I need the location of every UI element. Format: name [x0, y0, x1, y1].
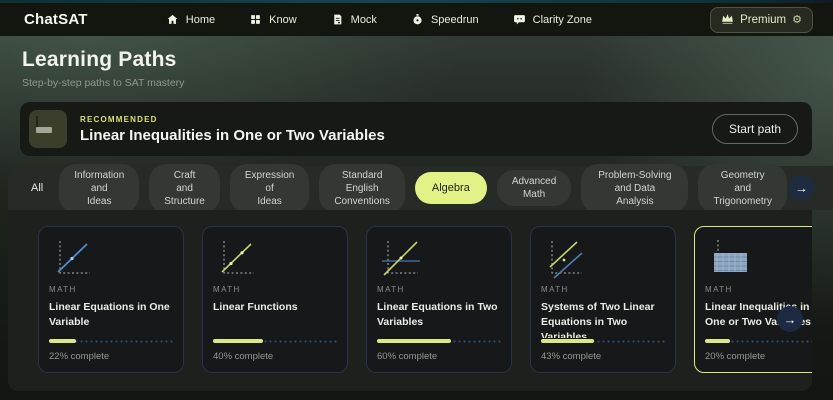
path-card-linear-inequalities-in-one-or-two-variables[interactable]: MATH Linear Inequalities in One or Two V…: [694, 226, 812, 373]
progress-bar: [49, 340, 173, 343]
card-category: MATH: [541, 285, 665, 294]
category-filter-bar: All Information and IdeasCraft and Struct…: [8, 166, 833, 210]
parallel-lines-icon: [541, 235, 665, 285]
page-subtitle: Step-by-step paths to SAT mastery: [22, 77, 833, 89]
filters-next-arrow-button[interactable]: →: [789, 176, 814, 201]
recommended-thumbnail: [29, 110, 67, 148]
nav-item-label: Home: [186, 14, 215, 26]
filter-chip-standard-english-conventions[interactable]: Standard English Conventions: [319, 164, 405, 213]
filter-chip-algebra[interactable]: Algebra: [415, 172, 487, 204]
home-icon: [166, 13, 179, 26]
card-title: Linear Functions: [213, 300, 337, 338]
chat-icon: [513, 13, 526, 26]
card-percent-label: 22% complete: [49, 351, 173, 362]
premium-label: Premium: [740, 14, 786, 26]
learning-path-cards: MATH Linear Equations in One Variable 22…: [8, 210, 812, 391]
line-up-blue-icon: [49, 235, 173, 285]
path-card-linear-equations-in-one-variable[interactable]: MATH Linear Equations in One Variable 22…: [38, 226, 184, 373]
progress-bar: [377, 340, 501, 343]
page-title: Learning Paths: [22, 48, 833, 72]
card-title: Systems of Two Linear Equations in Two V…: [541, 300, 665, 338]
premium-button[interactable]: Premium ⚙: [710, 7, 813, 33]
nav-item-speedrun[interactable]: Speedrun: [411, 13, 479, 26]
nav-item-know[interactable]: Know: [249, 13, 297, 26]
filter-chip-geometry-and-trigonometry[interactable]: Geometry and Trigonometry: [698, 164, 787, 213]
filter-chip-expression-of-ideas[interactable]: Expression of Ideas: [230, 164, 309, 213]
nav-item-clarity-zone[interactable]: Clarity Zone: [513, 13, 592, 26]
recommended-banner[interactable]: RECOMMENDED Linear Inequalities in One o…: [20, 102, 812, 156]
cards-next-arrow-button[interactable]: →: [777, 306, 803, 332]
stopwatch-icon: [411, 13, 424, 26]
filter-chip-craft-and-structure[interactable]: Craft and Structure: [149, 164, 220, 213]
filter-chip-information-and-ideas[interactable]: Information and Ideas: [59, 164, 139, 213]
filter-chip-problem-solving-and-data-analysis[interactable]: Problem-Solving and Data Analysis: [581, 164, 688, 213]
start-path-button[interactable]: Start path: [712, 114, 798, 144]
nav-menu: Home Know Mock Speedrun Clarity Zone: [48, 13, 710, 26]
shaded-region-icon: [705, 235, 812, 285]
grid-icon: [249, 13, 262, 26]
nav-item-home[interactable]: Home: [166, 13, 215, 26]
line-up-yellow-icon: [213, 235, 337, 285]
gear-icon[interactable]: ⚙: [792, 13, 802, 26]
card-percent-label: 20% complete: [705, 351, 812, 362]
path-card-systems-of-two-linear-equations-in-two-variables[interactable]: MATH Systems of Two Linear Equations in …: [530, 226, 676, 373]
card-category: MATH: [705, 285, 812, 294]
progress-bar: [213, 340, 337, 343]
card-percent-label: 60% complete: [377, 351, 501, 362]
recommended-label: RECOMMENDED: [80, 115, 385, 124]
card-percent-label: 43% complete: [541, 351, 665, 362]
recommended-text: RECOMMENDED Linear Inequalities in One o…: [80, 115, 385, 144]
nav-item-label: Know: [269, 14, 297, 26]
path-card-linear-equations-in-two-variables[interactable]: MATH Linear Equations in Two Variables 6…: [366, 226, 512, 373]
nav-item-mock[interactable]: Mock: [331, 13, 377, 26]
progress-bar: [705, 340, 812, 343]
nav-item-label: Mock: [351, 14, 377, 26]
progress-bar: [541, 340, 665, 343]
document-icon: [331, 13, 344, 26]
learning-paths-page: ChatSAT Home Know Mock Speedrun Clarity …: [0, 0, 833, 400]
card-percent-label: 40% complete: [213, 351, 337, 362]
page-header: Learning Paths Step-by-step paths to SAT…: [0, 36, 833, 89]
card-category: MATH: [377, 285, 501, 294]
card-category: MATH: [49, 285, 173, 294]
card-title: Linear Equations in One Variable: [49, 300, 173, 338]
card-title: Linear Equations in Two Variables: [377, 300, 501, 338]
top-nav: ChatSAT Home Know Mock Speedrun Clarity …: [0, 3, 833, 36]
crown-icon: [721, 13, 734, 27]
filter-chip-advanced-math[interactable]: Advanced Math: [497, 170, 571, 206]
recommended-title: Linear Inequalities in One or Two Variab…: [80, 127, 385, 144]
card-category: MATH: [213, 285, 337, 294]
line-cross-icon: [377, 235, 501, 285]
filter-chip-all[interactable]: All: [25, 176, 49, 200]
nav-item-label: Clarity Zone: [533, 14, 592, 26]
path-card-linear-functions[interactable]: MATH Linear Functions 40% complete: [202, 226, 348, 373]
nav-item-label: Speedrun: [431, 14, 479, 26]
